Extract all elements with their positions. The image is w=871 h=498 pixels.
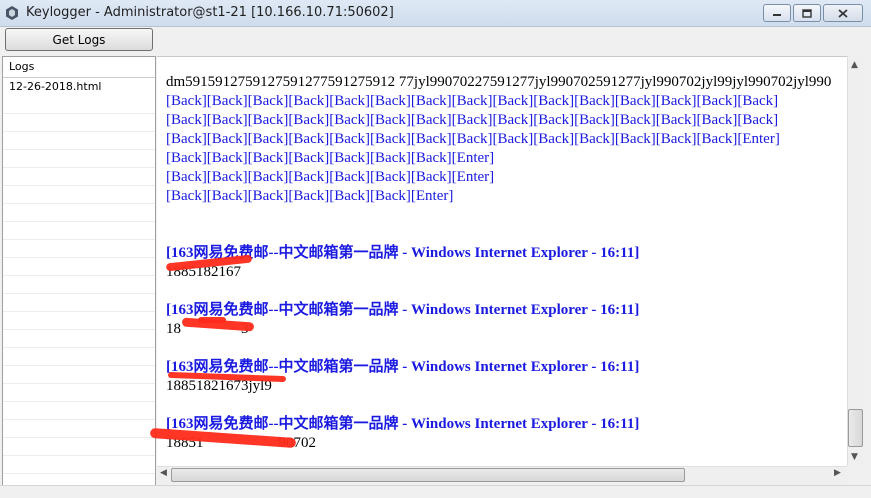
- back-keys-line: [Back][Back][Back][Back][Back][Back][Bac…: [166, 150, 495, 166]
- window-title: Keylogger - Administrator@st1-21 [10.166…: [26, 5, 394, 20]
- minimize-button[interactable]: [763, 4, 791, 22]
- status-bar: [0, 485, 871, 498]
- title-bar[interactable]: Keylogger - Administrator@st1-21 [10.166…: [0, 0, 871, 27]
- close-button[interactable]: [823, 4, 863, 22]
- scroll-left-arrow-icon[interactable]: ◀: [160, 468, 167, 478]
- vertical-scroll-thumb[interactable]: [848, 409, 863, 447]
- scroll-up-arrow-icon[interactable]: ▲: [851, 60, 858, 70]
- get-logs-button[interactable]: Get Logs: [5, 28, 153, 51]
- entry-window-title: [163网易免费邮--中文邮箱第一品牌 - Windows Internet E…: [166, 359, 640, 375]
- minimize-icon: [773, 14, 781, 16]
- log-file-item[interactable]: 12-26-2018.html: [3, 78, 155, 96]
- logs-panel: Logs 12-26-2018.html: [2, 56, 156, 487]
- back-keys-line: [Back][Back][Back][Back][Back][Back][Ent…: [166, 188, 454, 204]
- vertical-scrollbar[interactable]: [847, 56, 865, 466]
- scroll-down-arrow-icon[interactable]: ▼: [851, 452, 858, 462]
- entry-keystrokes: 1885182167: [166, 264, 241, 280]
- logs-panel-header[interactable]: Logs: [3, 57, 155, 78]
- entry-window-title: [163网易免费邮--中文邮箱第一品牌 - Windows Internet E…: [166, 245, 640, 261]
- log-content-view[interactable]: dm5915912759127591277591275912 77jyl9907…: [157, 56, 847, 467]
- maximize-icon: [802, 8, 812, 18]
- scroll-right-arrow-icon[interactable]: ▶: [834, 468, 841, 478]
- maximize-button[interactable]: [793, 4, 821, 22]
- back-keys-line: [Back][Back][Back][Back][Back][Back][Bac…: [166, 169, 495, 185]
- entry-window-title: [163网易免费邮--中文邮箱第一品牌 - Windows Internet E…: [166, 302, 640, 318]
- entry-window-title: [163网易免费邮--中文邮箱第一品牌 - Windows Internet E…: [166, 416, 640, 432]
- back-keys-line: [Back][Back][Back][Back][Back][Back][Bac…: [166, 93, 779, 109]
- app-icon: [6, 6, 18, 20]
- back-keys-line: [Back][Back][Back][Back][Back][Back][Bac…: [166, 112, 779, 128]
- close-icon: [838, 8, 848, 18]
- back-keys-line: [Back][Back][Back][Back][Back][Back][Bac…: [166, 131, 780, 147]
- redaction-mark: [198, 317, 226, 323]
- horizontal-scroll-thumb[interactable]: [171, 468, 685, 482]
- entry-keystrokes: 18 3: [166, 321, 249, 337]
- keystroke-line: dm5915912759127591277591275912 77jyl9907…: [166, 74, 832, 90]
